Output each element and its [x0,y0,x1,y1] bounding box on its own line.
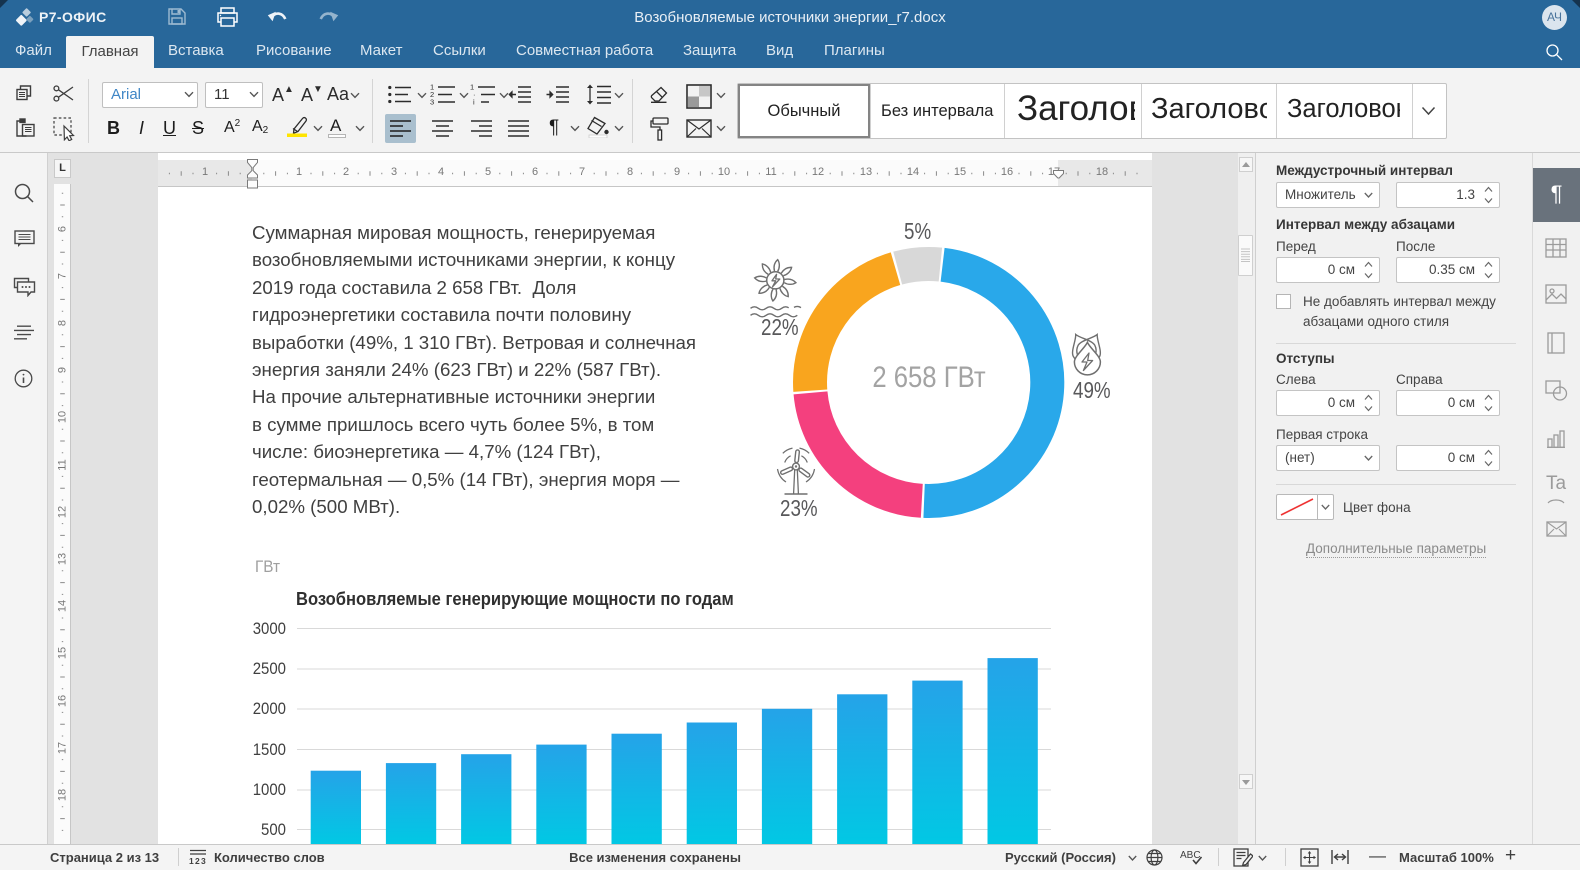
svg-text:3: 3 [430,98,434,107]
svg-text:1: 1 [189,856,194,865]
svg-text:ABC: ABC [1180,850,1201,861]
svg-text:2: 2 [195,856,200,865]
svg-text:3: 3 [201,856,206,865]
